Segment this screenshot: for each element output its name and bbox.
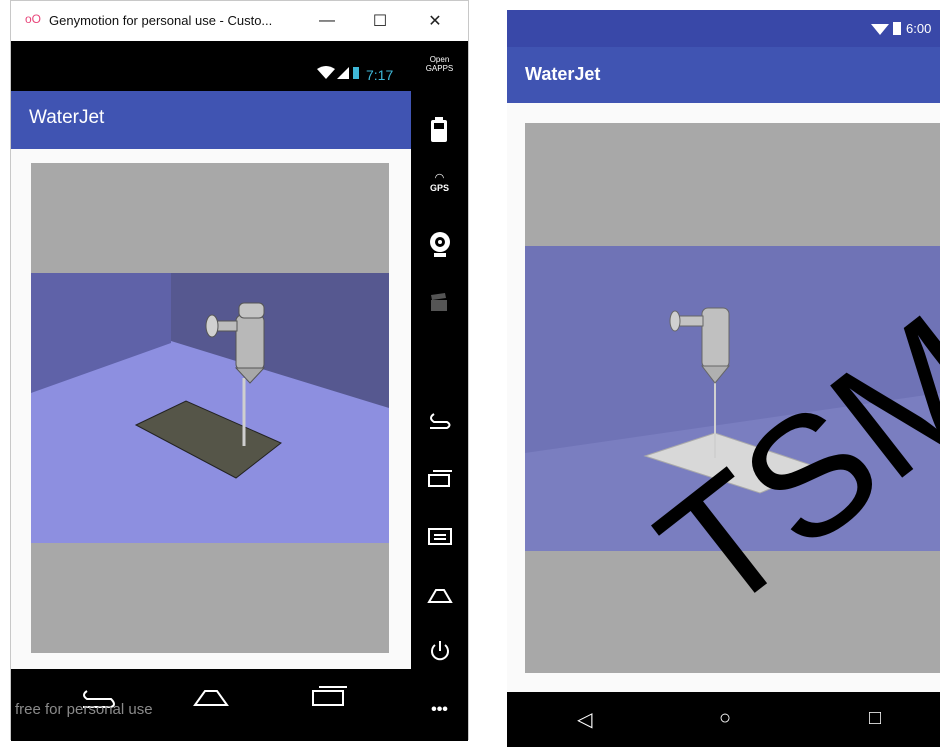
- overlay-watermark: TSM: [626, 279, 940, 650]
- overlay-watermark-text: TSM: [626, 279, 940, 650]
